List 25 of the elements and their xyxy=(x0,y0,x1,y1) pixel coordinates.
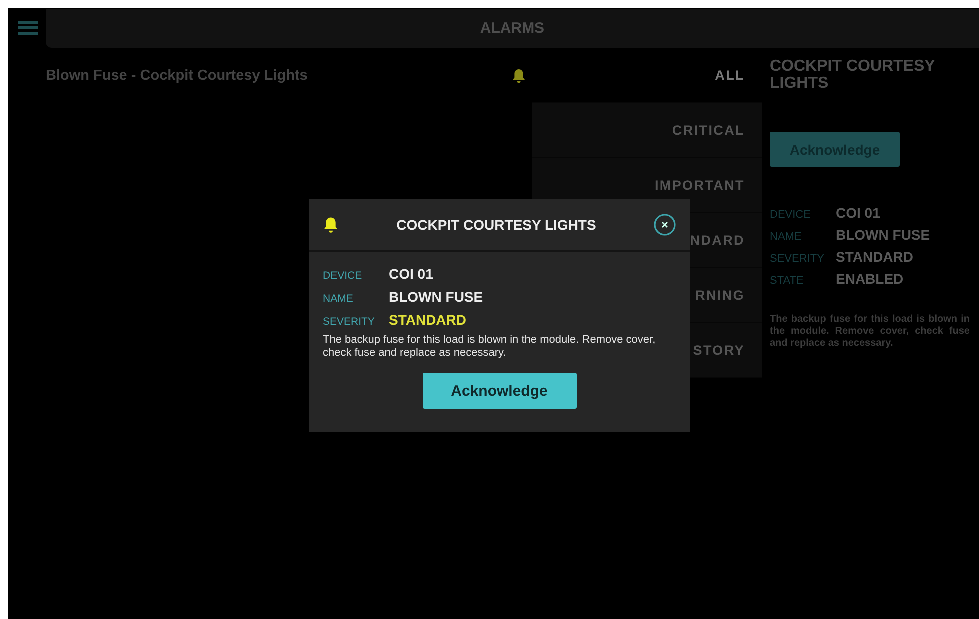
filter-tab[interactable]: CRITICAL xyxy=(532,103,762,158)
field-label: DEVICE xyxy=(323,270,364,282)
field-value: COI 01 xyxy=(389,266,434,282)
alarm-description: The backup fuse for this load is blown in the module. Remove cover, check fuse and replace as necessary. xyxy=(770,314,970,350)
close-icon[interactable] xyxy=(654,214,676,236)
alarm-description: The backup fuse for this load is blown in the module. Remove cover, check fuse and replace as necessary. xyxy=(323,334,657,360)
field-label: NAME xyxy=(770,231,803,243)
field-value: BLOWN FUSE xyxy=(836,227,932,243)
field-value: STANDARD xyxy=(389,312,468,328)
detail-title: COCKPIT COURTESY LIGHTS xyxy=(770,58,936,92)
field-value: COI 01 xyxy=(836,205,882,221)
alarm-item[interactable]: Blown Fuse - Cockpit Courtesy Lights xyxy=(46,48,532,103)
field-label: SEVERITY xyxy=(770,253,826,265)
bell-icon xyxy=(323,216,339,234)
field-label: DEVICE xyxy=(770,209,812,221)
field-value: STANDARD xyxy=(836,249,915,265)
acknowledge-button[interactable]: Acknowledge xyxy=(422,373,576,409)
dialog-title: COCKPIT COURTESY LIGHTS xyxy=(396,216,598,232)
field-label: NAME xyxy=(323,293,354,305)
bell-icon xyxy=(512,68,526,84)
field-value: BLOWN FUSE xyxy=(389,289,484,305)
field-value: ENABLED xyxy=(836,271,905,287)
field-label: SEVERITY xyxy=(323,316,376,328)
header-title: ALARMS xyxy=(480,20,545,36)
field-label: STATE xyxy=(770,275,805,287)
